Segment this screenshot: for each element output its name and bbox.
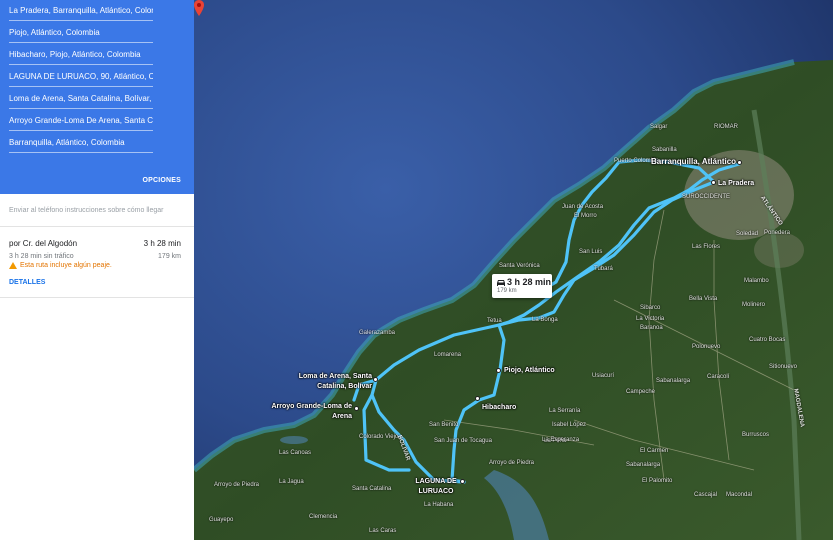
place-label: Clemencia	[309, 514, 338, 520]
waypoint-field[interactable]: Hibacharo, Piojo, Atlántico, Colombia	[9, 44, 153, 65]
place-label: Las Canoas	[279, 450, 312, 456]
place-label: Campeche	[626, 389, 656, 395]
waypoint-label-loma-arena[interactable]: Loma de Arena, Santa Catalina, Bolívar	[286, 372, 372, 392]
place-label: Las Flores	[692, 244, 721, 250]
waypoint-field[interactable]: Piojo, Atlántico, Colombia	[9, 22, 153, 43]
waypoint-label-laguna[interactable]: LAGUNA DE LURUACO	[409, 477, 463, 497]
waypoint-label-piojo[interactable]: Piojo, Atlántico	[504, 366, 555, 376]
place-label: Tubará	[594, 266, 613, 272]
place-label: La Jagua	[279, 479, 304, 485]
place-label: Caracolí	[707, 374, 730, 380]
place-label: San Luis	[579, 249, 603, 255]
route-traffic-note: 3 h 28 min sin tráfico	[9, 253, 74, 260]
place-label: San Benito	[429, 422, 459, 428]
place-label: Sabanilla	[652, 147, 677, 153]
place-label: Cascajal	[694, 492, 718, 498]
place-label: La Victoria	[636, 316, 665, 322]
place-label: La Habana	[424, 502, 454, 508]
divider	[0, 297, 194, 298]
place-label: Isabel López	[552, 422, 587, 428]
waypoint-label-hibacharo[interactable]: Hibacharo	[482, 403, 516, 413]
directions-panel: La Pradera, Barranquilla, Atlántico, Col…	[0, 0, 194, 540]
lagoon	[280, 436, 308, 444]
waypoint-field[interactable]: Barranquilla, Atlántico, Colombia	[9, 132, 153, 153]
place-label: Colorado Viejo	[359, 434, 399, 440]
place-label: San Juan de Tocagua	[434, 438, 492, 444]
destination-pin-icon[interactable]	[194, 0, 204, 16]
place-label: Usiacurí	[592, 373, 615, 379]
route-duration: 3 h 28 min	[143, 239, 181, 248]
place-label: Cuatro Bocas	[749, 337, 786, 343]
place-label: Santa Catalina	[352, 486, 392, 492]
place-label: Soledad	[736, 231, 759, 237]
place-label: Molinero	[742, 302, 766, 308]
route-info-bubble[interactable]: 3 h 28 min 179 km	[492, 274, 552, 298]
place-label: SUROCCIDENTE	[682, 194, 731, 200]
place-label: Macondal	[726, 492, 753, 498]
map-canvas	[194, 0, 833, 540]
bubble-distance: 179 km	[497, 288, 517, 294]
place-label: Sabanalarga	[656, 378, 691, 384]
bubble-duration: 3 h 28 min	[507, 277, 552, 287]
place-label: La Esperanza	[542, 437, 580, 443]
route-via-label[interactable]: por Cr. del Algodón	[9, 239, 77, 248]
place-label: Salgar	[650, 124, 668, 130]
toll-warning: Esta ruta incluye algún peaje.	[9, 262, 112, 269]
place-label: Arroyo de Piedra	[489, 460, 535, 466]
place-label: Bella Vista	[689, 296, 718, 302]
waypoint-marker[interactable]	[737, 160, 742, 165]
place-label: El Carmen	[640, 448, 669, 454]
place-label: Juan de Acosta	[562, 204, 604, 210]
toll-warning-text: Esta ruta incluye algún peaje.	[20, 262, 112, 269]
waypoint-field[interactable]: Loma de Arena, Santa Catalina, Bolívar, …	[9, 88, 153, 109]
place-label: Sitionuevo	[769, 364, 798, 370]
car-icon	[497, 280, 505, 286]
options-button[interactable]: OPCIONES	[142, 177, 181, 184]
waypoint-field[interactable]: LAGUNA DE LURUACO, 90, Atlántico, Colomb…	[9, 66, 153, 87]
waypoint-marker[interactable]	[373, 377, 378, 382]
waypoint-label-arroyo-grande[interactable]: Arroyo Grande-Loma de Arena	[266, 402, 352, 422]
place-label: Lomarena	[434, 352, 462, 358]
divider	[0, 226, 194, 227]
place-label: Sabanalarga	[626, 462, 661, 468]
waypoint-field[interactable]: Arroyo Grande-Loma De Arena, Santa Catal…	[9, 110, 153, 131]
place-label: RIOMAR	[714, 124, 738, 130]
place-label: El Palomito	[642, 478, 673, 484]
place-label: Las Caras	[369, 528, 397, 534]
place-label: Baranoa	[640, 325, 663, 331]
waypoint-marker[interactable]	[354, 406, 359, 411]
waypoint-marker[interactable]	[475, 396, 480, 401]
place-label: La Serranía	[549, 408, 581, 414]
satellite-map[interactable]: Salgar Puerto Colombia Sabanilla RIOMAR …	[194, 0, 833, 540]
waypoint-marker[interactable]	[496, 368, 501, 373]
send-to-phone-link[interactable]: Enviar al teléfono instrucciones sobre c…	[9, 207, 163, 214]
place-label: Tetua	[487, 318, 502, 324]
place-label: Malambo	[744, 278, 769, 284]
details-button[interactable]: DETALLES	[9, 279, 45, 286]
place-label: Galerazamba	[359, 330, 396, 336]
place-label: Burruscos	[742, 432, 770, 438]
waypoints-header: La Pradera, Barranquilla, Atlántico, Col…	[0, 0, 194, 194]
waypoint-label-barranquilla[interactable]: Barranquilla, Atlántico	[651, 157, 736, 167]
place-label: Polonuevo	[692, 344, 721, 350]
place-label: Sibarco	[640, 305, 661, 311]
place-label: Ponedera	[764, 230, 791, 236]
waypoint-label-la-pradera[interactable]: La Pradera	[718, 179, 754, 189]
place-label: La Bonga	[532, 317, 558, 323]
place-label: El Morro	[574, 213, 597, 219]
place-label: Santa Verónica	[499, 263, 540, 269]
place-label: Guayepo	[209, 517, 234, 523]
waypoint-marker[interactable]	[711, 180, 716, 185]
route-distance: 179 km	[158, 253, 181, 260]
place-label: Arroyo de Piedra	[214, 482, 260, 488]
waypoint-field[interactable]: La Pradera, Barranquilla, Atlántico, Col…	[9, 0, 153, 21]
warning-icon	[9, 262, 17, 269]
